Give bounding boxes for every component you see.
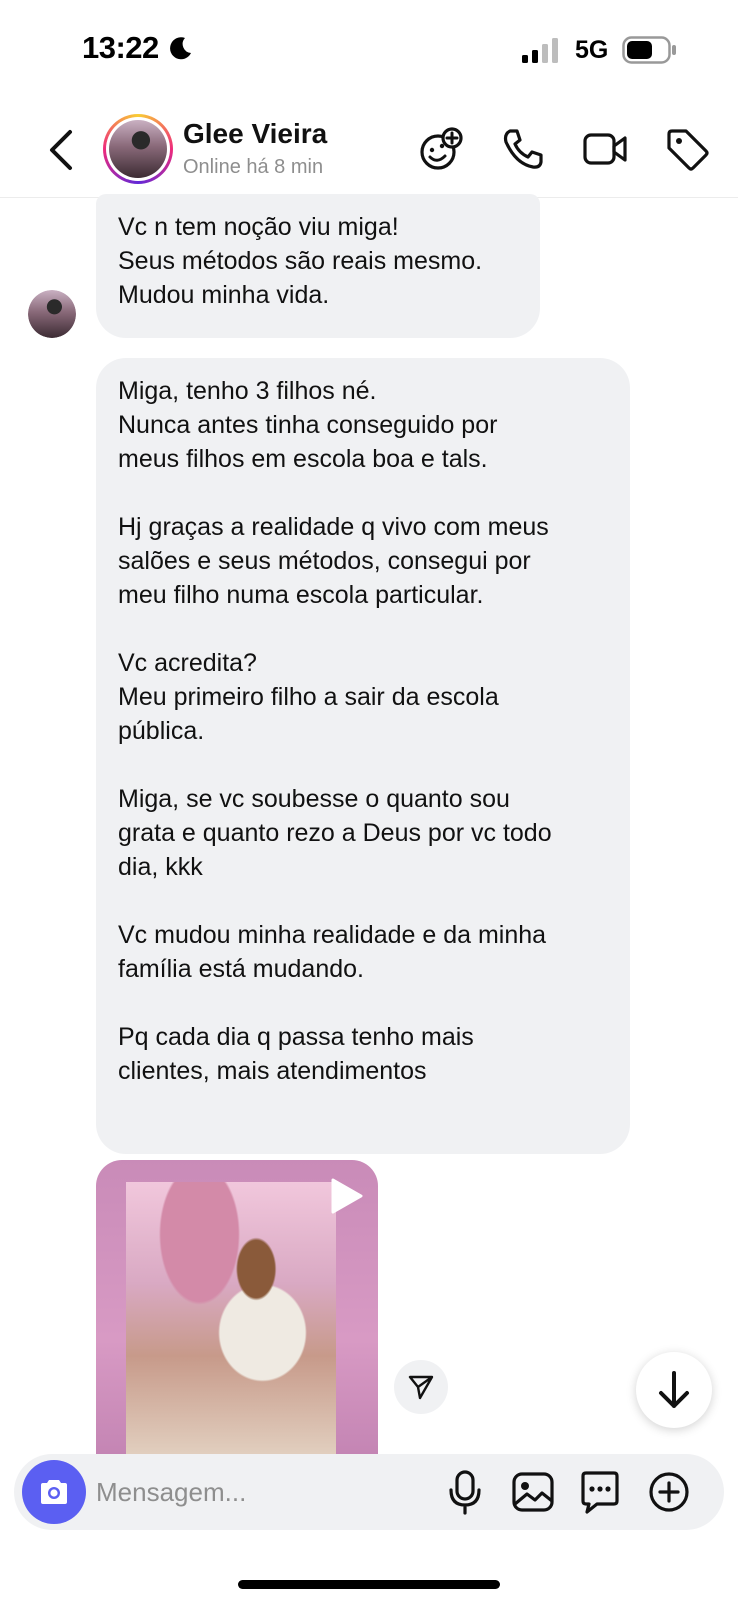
message-line: Vc acredita? (118, 649, 257, 677)
video-thumbnail (126, 1182, 336, 1460)
message-line: Seus métodos são reais mesmo. (118, 247, 483, 275)
home-indicator[interactable] (238, 1580, 500, 1589)
back-icon[interactable] (46, 128, 78, 172)
contact-name[interactable]: Glee Vieira (183, 118, 327, 150)
message-input[interactable] (96, 1470, 436, 1514)
scroll-to-bottom-button[interactable] (636, 1352, 712, 1428)
sender-avatar[interactable] (28, 290, 76, 338)
tag-icon[interactable] (664, 126, 710, 172)
status-time: 13:22 (82, 30, 159, 65)
chat-sticker-icon[interactable] (577, 1468, 623, 1516)
message-line: Meu primeiro filho a sair da escola (118, 683, 499, 711)
message-line: Vc n tem noção viu miga! (118, 213, 399, 241)
camera-icon (41, 1480, 67, 1504)
message-line: salões e seus métodos, consegui por (118, 547, 531, 575)
message-line: Pq cada dia q passa tenho mais (118, 1023, 474, 1051)
video-camera-icon[interactable] (582, 126, 628, 172)
contact-status: Online há 8 min (183, 156, 324, 178)
message-composer (14, 1454, 724, 1530)
message-line: grata e quanto rezo a Deus por vc todo (118, 819, 552, 847)
moon-icon (170, 37, 191, 60)
message-line: pública. (118, 717, 205, 745)
phone-icon[interactable] (500, 126, 546, 172)
plus-circle-icon[interactable] (646, 1468, 692, 1516)
battery-icon (622, 36, 676, 64)
play-icon[interactable] (325, 1176, 365, 1216)
send-icon (408, 1375, 434, 1400)
share-button[interactable] (394, 1360, 448, 1414)
message-line: clientes, mais atendimentos (118, 1057, 427, 1085)
message-line: Vc mudou minha realidade e da minha (118, 921, 547, 949)
message-bubble[interactable]: Vc n tem noção viu miga! Seus métodos sã… (96, 194, 540, 338)
image-icon[interactable] (510, 1468, 556, 1516)
message-line: Miga, se vc soubesse o quanto sou (118, 785, 510, 813)
chat-header: Glee Vieira Online há 8 min (0, 100, 738, 198)
contact-avatar[interactable] (103, 114, 173, 184)
message-line: dia, kkk (118, 853, 203, 881)
signal-icon (522, 38, 558, 63)
microphone-icon[interactable] (442, 1468, 488, 1516)
arrow-down-icon (659, 1371, 689, 1408)
message-line: família está mudando. (118, 955, 364, 983)
status-bar: 13:22 5G (0, 0, 738, 100)
message-line: Mudou minha vida. (118, 281, 330, 309)
effects-icon[interactable] (418, 126, 464, 172)
message-line: meus filhos em escola boa e tals. (118, 445, 488, 473)
message-line: Nunca antes tinha conseguido por (118, 411, 498, 439)
message-line: Hj graças a realidade q vivo com meus (118, 513, 549, 541)
camera-button[interactable] (22, 1460, 86, 1524)
message-line: meu filho numa escola particular. (118, 581, 484, 609)
message-line: Miga, tenho 3 filhos né. (118, 377, 377, 405)
network-label: 5G (575, 36, 609, 64)
message-bubble[interactable]: Miga, tenho 3 filhos né. Nunca antes tin… (96, 358, 630, 1154)
